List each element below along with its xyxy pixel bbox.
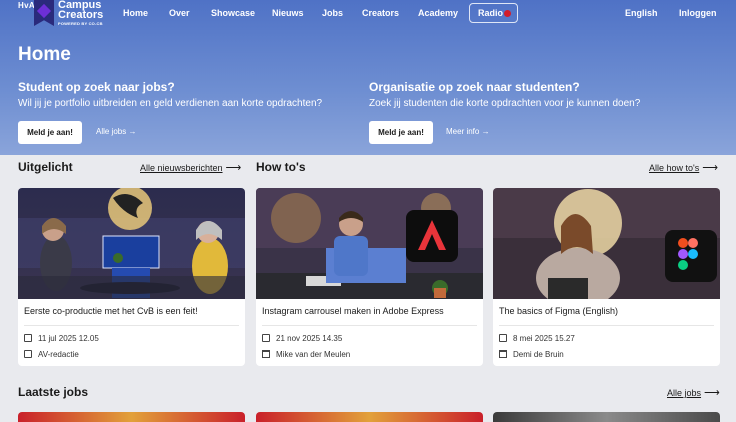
radio-button[interactable]: Radio bbox=[469, 3, 518, 23]
card-author-text: Mike van der Meulen bbox=[276, 350, 351, 359]
divider bbox=[499, 325, 714, 326]
card-title: Eerste co-productie met het CvB is een f… bbox=[24, 306, 198, 316]
top-navigation: HvA Campus Creators POWERED BY CO-CB Hom… bbox=[0, 0, 736, 28]
student-text: Wil jij je portfolio uitbreiden en geld … bbox=[18, 98, 323, 109]
id-card-icon bbox=[24, 350, 32, 358]
card-date: 11 jul 2025 12.05 bbox=[24, 334, 99, 343]
card-date-text: 11 jul 2025 12.05 bbox=[38, 334, 99, 343]
card-date: 8 mei 2025 15.27 bbox=[499, 334, 575, 343]
card-author-text: Demi de Bruin bbox=[513, 350, 564, 359]
org-text: Zoek jij studenten die korte opdrachten … bbox=[369, 98, 641, 109]
card-date: 21 nov 2025 14.35 bbox=[262, 334, 342, 343]
job-card-image[interactable] bbox=[256, 412, 483, 422]
logo-line-2: Creators bbox=[58, 9, 104, 21]
org-signup-button[interactable]: Meld je aan! bbox=[369, 121, 433, 144]
student-heading: Student op zoek naar jobs? bbox=[18, 80, 175, 94]
arrow-right-icon: ⟶ bbox=[704, 387, 720, 399]
jobs-title: Laatste jobs bbox=[18, 385, 89, 399]
howto-card[interactable]: Instagram carrousel maken in Adobe Expre… bbox=[256, 188, 483, 366]
job-card-image[interactable] bbox=[493, 412, 720, 422]
card-author-text: AV-redactie bbox=[38, 350, 79, 359]
arrow-right-icon: ⟶ bbox=[225, 162, 242, 174]
howto-title: How to's bbox=[256, 160, 306, 174]
logo-flag-icon bbox=[34, 0, 54, 26]
nav-nieuws[interactable]: Nieuws bbox=[272, 8, 304, 18]
nav-over[interactable]: Over bbox=[169, 8, 190, 18]
calendar-icon bbox=[24, 334, 32, 342]
nav-showcase[interactable]: Showcase bbox=[211, 8, 255, 18]
card-title: Instagram carrousel maken in Adobe Expre… bbox=[262, 306, 444, 316]
all-howtos-link[interactable]: Alle how to's ⟶ bbox=[649, 161, 718, 174]
card-author: Mike van der Meulen bbox=[262, 350, 350, 359]
news-card[interactable]: Eerste co-productie met het CvB is een f… bbox=[18, 188, 245, 366]
more-info-link[interactable]: Meer info → bbox=[446, 127, 490, 136]
org-heading: Organisatie op zoek naar studenten? bbox=[369, 80, 580, 94]
all-news-label: Alle nieuwsberichten bbox=[140, 163, 223, 173]
nav-home[interactable]: Home bbox=[123, 8, 148, 18]
graduation-cap-icon bbox=[499, 350, 507, 358]
divider bbox=[262, 325, 477, 326]
hva-logo-text: HvA bbox=[18, 1, 35, 10]
nav-academy[interactable]: Academy bbox=[418, 8, 458, 18]
nav-creators[interactable]: Creators bbox=[362, 8, 399, 18]
calendar-icon bbox=[262, 334, 270, 342]
page-title: Home bbox=[18, 44, 71, 65]
all-jobs-link[interactable]: Alle jobs → bbox=[96, 127, 136, 136]
live-dot-icon bbox=[504, 10, 511, 17]
login-link[interactable]: Inloggen bbox=[679, 8, 717, 18]
card-date-text: 8 mei 2025 15.27 bbox=[513, 334, 575, 343]
all-news-link[interactable]: Alle nieuwsberichten ⟶ bbox=[140, 161, 241, 174]
card-thumbnail-image bbox=[256, 188, 483, 299]
logo-tagline: POWERED BY CO-CB bbox=[58, 21, 103, 26]
hero-banner: HvA Campus Creators POWERED BY CO-CB Hom… bbox=[0, 0, 736, 155]
card-thumbnail-image bbox=[18, 188, 245, 299]
all-jobs-section-link[interactable]: Alle jobs ⟶ bbox=[667, 386, 720, 399]
language-switch[interactable]: English bbox=[625, 8, 658, 18]
all-jobs-section-label: Alle jobs bbox=[667, 388, 702, 398]
calendar-icon bbox=[499, 334, 507, 342]
card-thumbnail-image bbox=[493, 188, 720, 299]
nav-jobs[interactable]: Jobs bbox=[322, 8, 343, 18]
graduation-cap-icon bbox=[262, 350, 270, 358]
all-howtos-label: Alle how to's bbox=[649, 163, 700, 173]
radio-label: Radio bbox=[478, 8, 504, 18]
card-author: Demi de Bruin bbox=[499, 350, 564, 359]
howto-card[interactable]: The basics of Figma (English) 8 mei 2025… bbox=[493, 188, 720, 366]
featured-title: Uitgelicht bbox=[18, 160, 73, 174]
divider bbox=[24, 325, 239, 326]
job-card-image[interactable] bbox=[18, 412, 245, 422]
arrow-right-icon: ⟶ bbox=[702, 162, 719, 174]
card-title: The basics of Figma (English) bbox=[499, 306, 619, 316]
campus-creators-logo[interactable]: HvA Campus Creators POWERED BY CO-CB bbox=[18, 0, 103, 28]
student-signup-button[interactable]: Meld je aan! bbox=[18, 121, 82, 144]
card-author: AV-redactie bbox=[24, 350, 79, 359]
card-date-text: 21 nov 2025 14.35 bbox=[276, 334, 343, 343]
